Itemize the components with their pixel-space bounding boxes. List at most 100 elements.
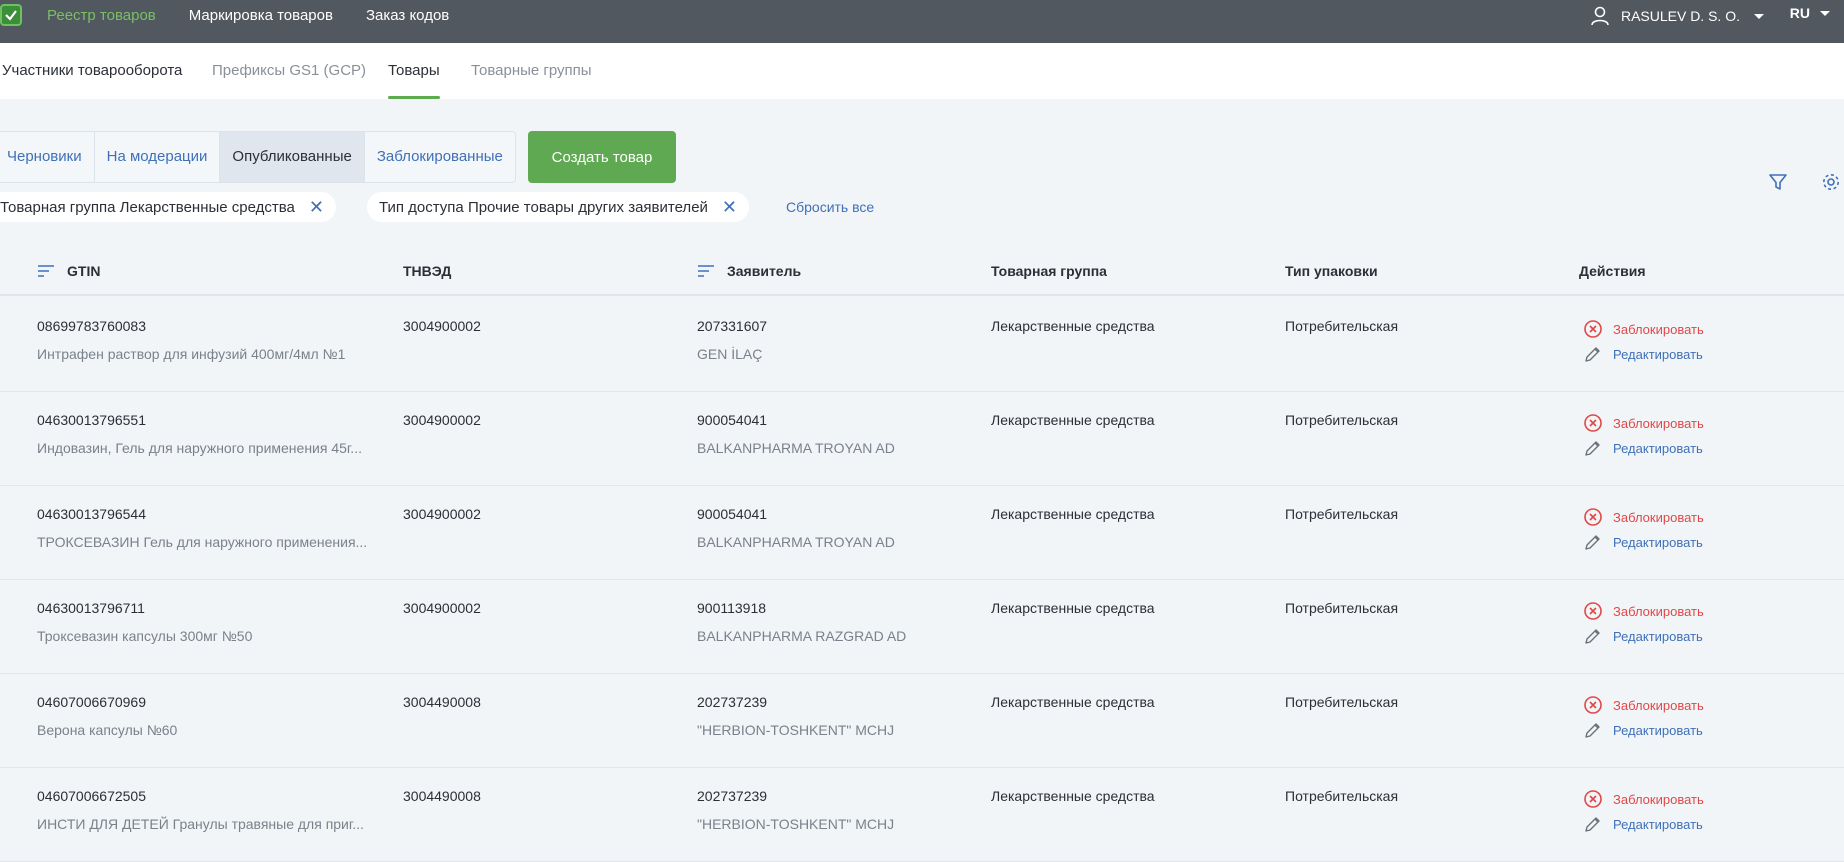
top-nav: Реестр товаров Маркировка товаров Заказ … [47,0,449,30]
product-group-value: Лекарственные средства [991,600,1155,616]
block-label: Заблокировать [1613,791,1704,807]
segment-drafts[interactable]: Черновики [0,132,95,182]
gtin-value: 04630013796544 [37,506,147,522]
user-menu[interactable]: RASULEV D. S. O. [1589,5,1764,27]
tab-gs1-prefixes[interactable]: Префиксы GS1 (GCP) [212,43,366,99]
block-button[interactable]: Заблокировать [1583,319,1704,339]
edit-button[interactable]: Редактировать [1583,626,1703,646]
block-button[interactable]: Заблокировать [1583,695,1704,715]
block-label: Заблокировать [1613,697,1704,713]
top-bar: Реестр товаров Маркировка товаров Заказ … [0,0,1844,43]
nav-marking[interactable]: Маркировка товаров [189,7,333,24]
gear-icon[interactable] [1821,172,1841,192]
column-label: GTIN [67,263,101,279]
package-type-value: Потребительская [1285,788,1399,804]
tab-product-groups[interactable]: Товарные группы [471,43,592,99]
tnved-value: 3004900002 [403,412,481,428]
status-segments: Черновики На модерации Опубликованные За… [0,131,516,183]
edit-button[interactable]: Редактировать [1583,532,1703,552]
segment-published[interactable]: Опубликованные [220,132,365,182]
filter-icon[interactable] [1768,172,1788,192]
applicant-inn: 207331607 [697,318,768,334]
tab-products[interactable]: Товары [388,43,440,99]
edit-button[interactable]: Редактировать [1583,814,1703,834]
column-label: Заявитель [727,263,802,279]
tnved-value: 3004900002 [403,600,481,616]
pencil-icon [1583,814,1603,834]
table-row[interactable]: 04630013796551 Индовазин, Гель для наруж… [0,392,1844,486]
close-icon[interactable]: ✕ [722,198,737,216]
applicant-name: BALKANPHARMA TROYAN AD [697,534,895,550]
table-row[interactable]: 08699783760083 Интрафен раствор для инфу… [0,298,1844,392]
table-row[interactable]: 04607006670969 Верона капсулы №60 300449… [0,674,1844,768]
product-name: Верона капсулы №60 [37,722,178,738]
reset-filters-link[interactable]: Сбросить все [786,199,874,215]
pencil-icon [1583,720,1603,740]
column-package-type: Тип упаковки [1285,252,1378,290]
edit-button[interactable]: Редактировать [1583,344,1703,364]
language-select[interactable]: RU [1790,5,1830,21]
sort-icon[interactable] [697,264,715,278]
table-row[interactable]: 04630013796544 ТРОКСЕВАЗИН Гель для нару… [0,486,1844,580]
product-name: Интрафен раствор для инфузий 400мг/4мл №… [37,346,346,362]
package-type-value: Потребительская [1285,412,1399,428]
table-row[interactable]: 04630013796711 Троксевазин капсулы 300мг… [0,580,1844,674]
block-button[interactable]: Заблокировать [1583,601,1704,621]
product-name: Троксевазин капсулы 300мг №50 [37,628,253,644]
product-group-value: Лекарственные средства [991,694,1155,710]
table-header: GTIN ТНВЭД Заявитель Товарная группа Тип… [0,252,1844,296]
column-label: Действия [1579,263,1646,279]
product-group-value: Лекарственные средства [991,318,1155,334]
nav-code-order[interactable]: Заказ кодов [366,7,449,24]
column-applicant[interactable]: Заявитель [697,252,801,290]
block-label: Заблокировать [1613,321,1704,337]
product-name: ИНСТИ ДЛЯ ДЕТЕЙ Гранулы травяные для при… [37,816,364,832]
nav-registry[interactable]: Реестр товаров [47,7,156,24]
edit-label: Редактировать [1613,722,1703,738]
gtin-value: 08699783760083 [37,318,147,334]
column-tnved: ТНВЭД [403,252,451,290]
column-label: Товарная группа [991,263,1107,279]
close-icon[interactable]: ✕ [309,198,324,216]
segment-moderation[interactable]: На модерации [95,132,221,182]
tab-participants[interactable]: Участники товарооборота [2,43,182,99]
column-gtin[interactable]: GTIN [37,252,100,290]
edit-label: Редактировать [1613,440,1703,456]
edit-button[interactable]: Редактировать [1583,720,1703,740]
gtin-value: 04630013796711 [37,600,145,616]
user-name: RASULEV D. S. O. [1620,8,1740,24]
edit-label: Редактировать [1613,346,1703,362]
package-type-value: Потребительская [1285,506,1399,522]
segment-blocked[interactable]: Заблокированные [365,132,515,182]
user-icon [1591,6,1609,26]
product-group-value: Лекарственные средства [991,788,1155,804]
applicant-name: "HERBION-TOSHKENT" MCHJ [697,722,895,738]
edit-label: Редактировать [1613,534,1703,550]
chevron-down-icon [1820,10,1830,16]
pencil-icon [1583,532,1603,552]
sort-icon[interactable] [37,264,55,278]
block-label: Заблокировать [1613,509,1704,525]
logo-icon[interactable] [0,4,22,26]
applicant-inn: 202737239 [697,694,768,710]
edit-label: Редактировать [1613,816,1703,832]
block-button[interactable]: Заблокировать [1583,413,1704,433]
column-label: ТНВЭД [403,263,452,279]
tnved-value: 3004490008 [403,694,481,710]
edit-button[interactable]: Редактировать [1583,438,1703,458]
tnved-value: 3004900002 [403,506,481,522]
pencil-icon [1583,438,1603,458]
block-button[interactable]: Заблокировать [1583,507,1704,527]
product-group-value: Лекарственные средства [991,506,1155,522]
chevron-down-icon [1754,13,1764,19]
applicant-name: BALKANPHARMA RAZGRAD AD [697,628,907,644]
create-product-button[interactable]: Создать товар [528,131,676,183]
gtin-value: 04607006670969 [37,694,147,710]
product-group-value: Лекарственные средства [991,412,1155,428]
column-actions: Действия [1579,252,1646,290]
applicant-name: "HERBION-TOSHKENT" MCHJ [697,816,895,832]
gtin-value: 04630013796551 [37,412,147,428]
table-row[interactable]: 04607006672505 ИНСТИ ДЛЯ ДЕТЕЙ Гранулы т… [0,768,1844,862]
sub-tabs: Участники товарооборота Префиксы GS1 (GC… [0,43,1844,99]
block-button[interactable]: Заблокировать [1583,789,1704,809]
